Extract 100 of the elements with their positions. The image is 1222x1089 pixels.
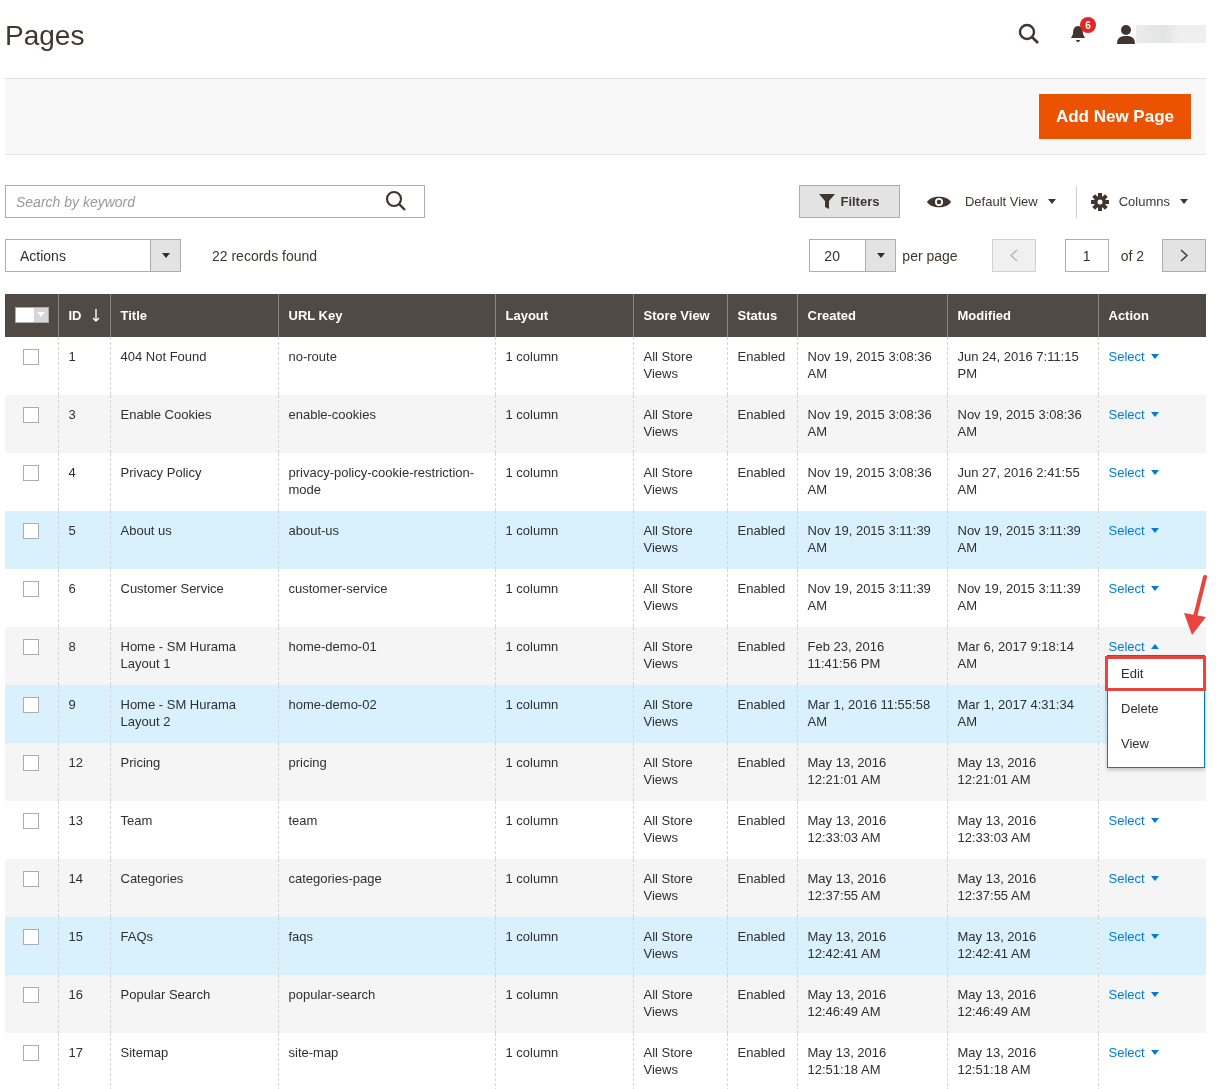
row-checkbox[interactable]	[23, 871, 39, 887]
select-action-link[interactable]: Select	[1108, 928, 1159, 945]
status-cell: Enabled	[727, 859, 797, 917]
search-icon[interactable]	[385, 190, 407, 212]
select-action-link[interactable]: Select	[1108, 406, 1159, 423]
menu-item[interactable]: View	[1105, 726, 1203, 761]
search-field[interactable]: Search by keyword	[5, 185, 425, 218]
status-cell: Enabled	[727, 395, 797, 453]
store-view-cell: All Store Views	[633, 801, 727, 859]
blurred-username	[1136, 25, 1206, 43]
select-action-link[interactable]: Select	[1108, 464, 1159, 481]
select-action-link[interactable]: Select	[1108, 1044, 1159, 1061]
store-view-cell: All Store Views	[633, 627, 727, 685]
actions-dropdown[interactable]: Actions	[5, 239, 181, 272]
id-cell: 15	[58, 917, 110, 975]
modified-cell: Mar 1, 2017 4:31:34 AM	[947, 685, 1098, 743]
gear-icon	[1090, 192, 1109, 211]
row-checkbox[interactable]	[23, 755, 39, 771]
layout-cell: 1 column	[495, 453, 633, 511]
column-header[interactable]: Layout	[505, 308, 549, 323]
title-cell: 404 Not Found	[110, 337, 278, 395]
id-cell: 1	[58, 337, 110, 395]
row-checkbox[interactable]	[23, 697, 39, 713]
created-cell: Mar 1, 2016 11:55:58 AM	[797, 685, 947, 743]
notification-count: 6	[1080, 17, 1096, 33]
funnel-icon	[819, 194, 836, 209]
url-key-cell: site-map	[278, 1033, 495, 1089]
title-cell: Privacy Policy	[110, 453, 278, 511]
select-action-link[interactable]: Select	[1108, 638, 1159, 655]
select-action-link[interactable]: Select	[1108, 580, 1159, 597]
per-page-dropdown[interactable]: 20	[809, 239, 897, 272]
created-cell: May 13, 2016 12:37:55 AM	[797, 859, 947, 917]
title-cell: Customer Service	[110, 569, 278, 627]
page-number-field[interactable]: 1	[1064, 239, 1109, 272]
layout-cell: 1 column	[495, 569, 633, 627]
caret-icon	[37, 312, 45, 317]
filters-button[interactable]: Filters	[798, 185, 900, 218]
select-action-link[interactable]: Select	[1108, 522, 1159, 539]
title-cell: Team	[110, 801, 278, 859]
view-dropdown[interactable]: Default View	[926, 194, 1056, 209]
user-icon[interactable]	[1116, 24, 1136, 44]
column-header[interactable]: URL Key	[288, 308, 343, 323]
row-checkbox[interactable]	[23, 407, 39, 423]
url-key-cell: team	[278, 801, 495, 859]
caret-icon	[1180, 199, 1188, 204]
status-cell: Enabled	[727, 337, 797, 395]
column-header[interactable]: Modified	[957, 308, 1011, 323]
status-cell: Enabled	[727, 975, 797, 1033]
status-cell: Enabled	[727, 917, 797, 975]
id-cell: 13	[58, 801, 110, 859]
row-checkbox[interactable]	[23, 929, 39, 945]
created-cell: Nov 19, 2015 3:08:36 AM	[797, 453, 947, 511]
created-cell: May 13, 2016 12:42:41 AM	[797, 917, 947, 975]
modified-cell: Jun 24, 2016 7:11:15 PM	[947, 337, 1098, 395]
row-checkbox[interactable]	[23, 523, 39, 539]
menu-item[interactable]: Edit	[1105, 656, 1206, 691]
column-header[interactable]: Created	[807, 308, 856, 323]
id-cell: 16	[58, 975, 110, 1033]
page-title: Pages	[5, 20, 85, 53]
search-icon[interactable]	[1018, 23, 1040, 45]
mass-select-dropdown[interactable]	[15, 306, 49, 323]
url-key-cell: popular-search	[278, 975, 495, 1033]
modified-cell: Nov 19, 2015 3:11:39 AM	[947, 511, 1098, 569]
columns-dropdown[interactable]: Columns	[1090, 192, 1188, 211]
select-action-link[interactable]: Select	[1108, 870, 1159, 887]
layout-cell: 1 column	[495, 859, 633, 917]
column-header[interactable]: Title	[120, 308, 147, 323]
caret-icon	[1150, 528, 1159, 533]
title-cell: Popular Search	[110, 975, 278, 1033]
caret-icon	[1150, 354, 1159, 359]
row-checkbox[interactable]	[23, 349, 39, 365]
store-view-cell: All Store Views	[633, 685, 727, 743]
row-checkbox[interactable]	[23, 465, 39, 481]
select-action-link[interactable]: Select	[1108, 812, 1159, 829]
url-key-cell: faqs	[278, 917, 495, 975]
status-cell: Enabled	[727, 801, 797, 859]
status-cell: Enabled	[727, 627, 797, 685]
select-action-link[interactable]: Select	[1108, 986, 1159, 1003]
per-page-label: per page	[902, 247, 958, 264]
page-total: of 2	[1120, 247, 1144, 264]
url-key-cell: categories-page	[278, 859, 495, 917]
row-checkbox[interactable]	[23, 639, 39, 655]
previous-page-button[interactable]	[991, 239, 1036, 272]
chevron-left-icon	[1009, 249, 1018, 262]
store-view-cell: All Store Views	[633, 511, 727, 569]
menu-item[interactable]: Delete	[1105, 691, 1203, 726]
row-checkbox[interactable]	[23, 581, 39, 597]
column-header[interactable]: Action	[1108, 308, 1149, 323]
layout-cell: 1 column	[495, 685, 633, 743]
sort-down-arrow-icon	[91, 309, 100, 322]
row-checkbox[interactable]	[23, 987, 39, 1003]
select-action-link[interactable]: Select	[1108, 348, 1159, 365]
row-checkbox[interactable]	[23, 1045, 39, 1061]
created-cell: May 13, 2016 12:33:03 AM	[797, 801, 947, 859]
bell-icon[interactable]	[1070, 25, 1086, 43]
modified-cell: Jun 27, 2016 2:41:55 AM	[947, 453, 1098, 511]
id-cell: 5	[58, 511, 110, 569]
add-new-page-button[interactable]: Add New Page	[1038, 94, 1191, 139]
next-page-button[interactable]	[1162, 239, 1206, 272]
row-checkbox[interactable]	[23, 813, 39, 829]
